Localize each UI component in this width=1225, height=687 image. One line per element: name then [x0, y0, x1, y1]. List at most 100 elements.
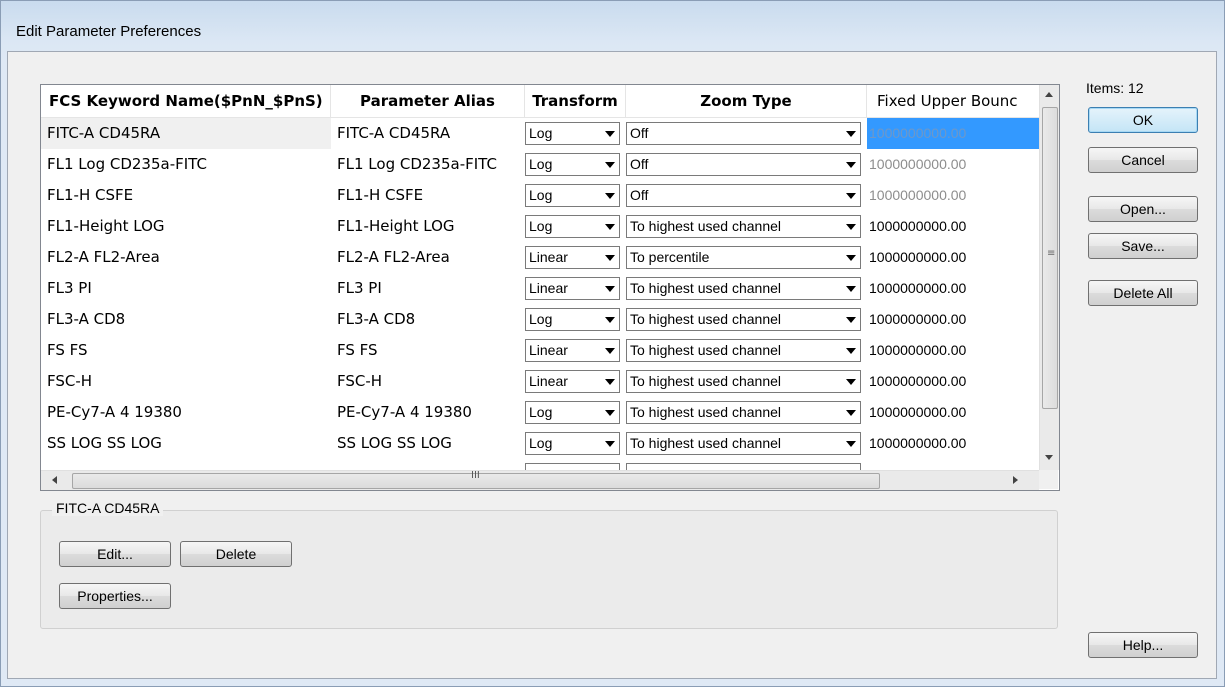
zoom-type-dropdown[interactable]: To highest used channel — [626, 215, 861, 238]
combo-arrow-icon — [605, 131, 615, 137]
parameter-alias-cell[interactable]: FL1-Height LOG — [331, 211, 523, 242]
zoom-type-dropdown[interactable]: Off — [626, 153, 861, 176]
upper-bound-cell[interactable]: 1000000000.00 — [867, 242, 1039, 273]
transform-dropdown[interactable]: Linear — [525, 370, 620, 393]
keyword-name-cell[interactable]: FL3 PI — [41, 273, 331, 304]
upper-bound-cell[interactable]: 1000000000.00 — [867, 149, 1039, 180]
upper-bound-cell[interactable]: 1000000000.00 — [867, 211, 1039, 242]
table-row[interactable]: FITC-A CD45RA FITC-A CD45RA Log Off 10000000… — [41, 118, 1039, 149]
zoom-type-dropdown[interactable]: To highest used channel — [626, 339, 861, 362]
parameter-alias-cell[interactable]: FL1-H CSFE — [331, 180, 523, 211]
zoom-type-dropdown[interactable]: Off — [626, 122, 861, 145]
delete-all-button[interactable]: Delete All — [1088, 280, 1198, 306]
parameter-alias-cell[interactable]: FS FS — [331, 335, 523, 366]
table-row[interactable]: SS LOG SS LOG SS LOG SS LOG Log To highest … — [41, 428, 1039, 459]
scroll-right-arrow-icon[interactable] — [1013, 476, 1018, 484]
transform-dropdown[interactable] — [525, 463, 620, 470]
parameter-alias-cell[interactable]: FL2-A FL2-Area — [331, 242, 523, 273]
transform-dropdown[interactable]: Log — [525, 184, 620, 207]
keyword-name-cell[interactable]: FL1-Height LOG — [41, 211, 331, 242]
table-row[interactable]: FL2-A FL2-Area FL2-A FL2-Area Linear To per… — [41, 242, 1039, 273]
table-row[interactable]: FL3 PI FL3 PI Linear To highest used channe… — [41, 273, 1039, 304]
upper-bound-value: 1000000000.00 — [869, 404, 967, 420]
column-header-transform[interactable]: Transform — [525, 85, 626, 117]
table-row[interactable]: PE-Cy7-A 4 19380 PE-Cy7-A 4 19380 Log To hi… — [41, 397, 1039, 428]
upper-bound-cell[interactable]: 1000000000.00 — [867, 428, 1039, 459]
transform-dropdown[interactable]: Log — [525, 432, 620, 455]
table-row[interactable]: FL1 Log CD235a-FITC FL1 Log CD235a-FITC Lo… — [41, 149, 1039, 180]
keyword-name-cell[interactable]: FL2-A FL2-Area — [41, 242, 331, 273]
horizontal-scrollbar[interactable]: III — [41, 470, 1039, 490]
zoom-type-dropdown[interactable]: To percentile — [626, 246, 861, 269]
zoom-type-dropdown[interactable]: To highest used channel — [626, 370, 861, 393]
open-button[interactable]: Open... — [1088, 196, 1198, 222]
transform-dropdown[interactable]: Linear — [525, 246, 620, 269]
zoom-type-dropdown[interactable] — [626, 463, 861, 470]
keyword-name-cell[interactable]: FL1 Log CD235a-FITC — [41, 149, 331, 180]
help-button[interactable]: Help... — [1088, 632, 1198, 658]
zoom-type-dropdown[interactable]: To highest used channel — [626, 308, 861, 331]
vertical-scrollbar[interactable]: ≡ — [1039, 85, 1059, 470]
combo-arrow-icon — [605, 379, 615, 385]
keyword-name-cell[interactable]: FL1-H CSFE — [41, 180, 331, 211]
zoom-type-dropdown[interactable]: To highest used channel — [626, 432, 861, 455]
transform-dropdown[interactable]: Linear — [525, 339, 620, 362]
zoom-type-cell: To highest used channel — [626, 273, 864, 304]
transform-dropdown[interactable]: Log — [525, 122, 620, 145]
keyword-name-cell[interactable]: FL3-A CD8 — [41, 304, 331, 335]
parameter-alias-cell[interactable]: FL1 Log CD235a-FITC — [331, 149, 523, 180]
combo-arrow-icon — [605, 193, 615, 199]
parameter-alias-cell[interactable]: FSC-H — [331, 366, 523, 397]
parameter-alias-cell[interactable]: PE-Cy7-A 4 19380 — [331, 397, 523, 428]
column-header-fixed-upper-bound[interactable]: Fixed Upper Bounc — [867, 85, 1039, 117]
column-header-zoom-type[interactable]: Zoom Type — [626, 85, 867, 117]
transform-cell: Log — [525, 118, 623, 149]
zoom-type-dropdown[interactable]: Off — [626, 184, 861, 207]
scroll-down-arrow-icon[interactable] — [1045, 455, 1053, 460]
keyword-name-cell[interactable]: FSC-H — [41, 366, 331, 397]
table-row[interactable]: FL1-H CSFE FL1-H CSFE Log Off 1000000000.00 — [41, 180, 1039, 211]
horizontal-scroll-thumb[interactable]: III — [72, 470, 880, 489]
transform-dropdown[interactable]: Log — [525, 153, 620, 176]
transform-dropdown[interactable]: Log — [525, 401, 620, 424]
upper-bound-cell[interactable]: 1000000000.00 — [867, 273, 1039, 304]
upper-bound-cell[interactable]: 1000000000.00 — [867, 118, 1039, 149]
table-row[interactable]: FSC-H FSC-H Linear To highest used channel 1… — [41, 366, 1039, 397]
parameter-alias-cell[interactable]: FITC-A CD45RA — [331, 118, 523, 149]
cancel-button[interactable]: Cancel — [1088, 147, 1198, 173]
upper-bound-cell[interactable]: 1000000000.00 — [867, 180, 1039, 211]
table-row[interactable]: FS FS FS FS Linear To highest used channel 1… — [41, 335, 1039, 366]
parameter-alias-cell[interactable]: SS LOG SS LOG — [331, 428, 523, 459]
column-header-keyword-name[interactable]: FCS Keyword Name($PnN_$PnS) — [41, 85, 331, 117]
keyword-name-cell[interactable]: SS LOG SS LOG — [41, 428, 331, 459]
transform-dropdown[interactable]: Log — [525, 308, 620, 331]
table-row[interactable]: FL3-A CD8 FL3-A CD8 Log To highest used cha… — [41, 304, 1039, 335]
column-header-parameter-alias[interactable]: Parameter Alias — [331, 85, 525, 117]
table-row[interactable]: FL1-Height LOG FL1-Height LOG Log To highes… — [41, 211, 1039, 242]
parameter-alias-cell[interactable]: FL3 PI — [331, 273, 523, 304]
transform-dropdown[interactable]: Log — [525, 215, 620, 238]
save-button[interactable]: Save... — [1088, 233, 1198, 259]
parameter-grid[interactable]: FCS Keyword Name($PnN_$PnS) Parameter Al… — [40, 84, 1060, 491]
scroll-left-arrow-icon[interactable] — [52, 476, 57, 484]
combo-arrow-icon — [846, 162, 856, 168]
scroll-up-arrow-icon[interactable] — [1045, 92, 1053, 97]
parameter-alias-cell[interactable]: FL3-A CD8 — [331, 304, 523, 335]
properties-button[interactable]: Properties... — [59, 583, 171, 609]
zoom-type-dropdown[interactable]: To highest used channel — [626, 401, 861, 424]
upper-bound-cell[interactable]: 1000000000.00 — [867, 335, 1039, 366]
vertical-scroll-thumb[interactable]: ≡ — [1042, 107, 1058, 409]
keyword-name-cell[interactable]: PE-Cy7-A 4 19380 — [41, 397, 331, 428]
edit-button[interactable]: Edit... — [59, 541, 171, 567]
zoom-type-dropdown[interactable]: To highest used channel — [626, 277, 861, 300]
transform-dropdown[interactable]: Linear — [525, 277, 620, 300]
upper-bound-cell[interactable]: 1000000000.00 — [867, 304, 1039, 335]
upper-bound-cell[interactable]: 1000000000.00 — [867, 366, 1039, 397]
title-bar[interactable]: Edit Parameter Preferences — [1, 1, 1224, 49]
ok-button[interactable]: OK — [1088, 107, 1198, 133]
keyword-name-cell[interactable]: FITC-A CD45RA — [41, 118, 331, 149]
upper-bound-cell[interactable]: 1000000000.00 — [867, 397, 1039, 428]
keyword-name-cell[interactable]: FS FS — [41, 335, 331, 366]
delete-button[interactable]: Delete — [180, 541, 292, 567]
grid-header: FCS Keyword Name($PnN_$PnS) Parameter Al… — [41, 85, 1039, 118]
